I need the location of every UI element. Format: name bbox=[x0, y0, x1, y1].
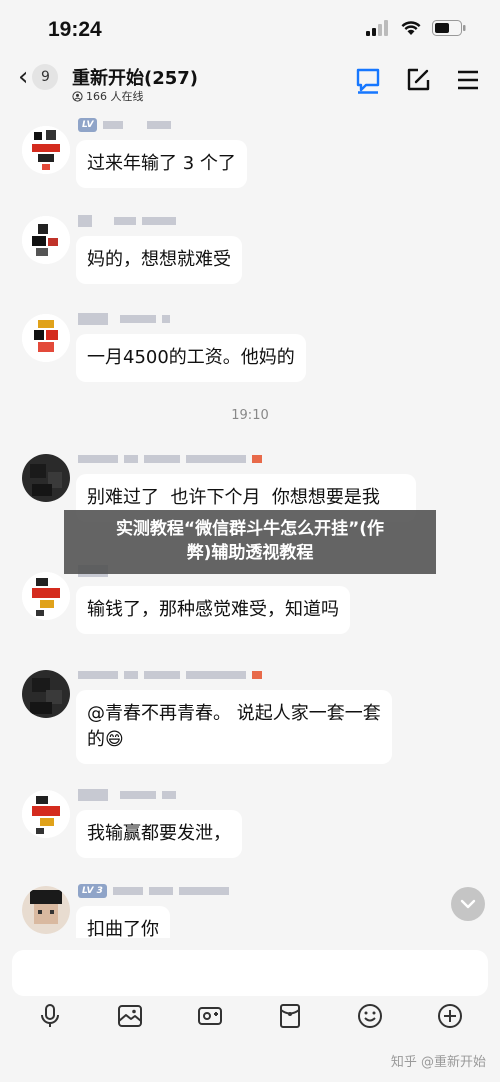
timestamp: 19:10 bbox=[231, 408, 269, 423]
chat-bubble-icon[interactable] bbox=[354, 66, 382, 94]
avatar[interactable] bbox=[22, 790, 70, 838]
camera-icon[interactable] bbox=[196, 1002, 224, 1030]
message-bubble[interactable]: 过来年输了 3 个了 bbox=[76, 140, 247, 188]
avatar[interactable] bbox=[22, 126, 70, 174]
emoji-icon[interactable] bbox=[356, 1002, 384, 1030]
online-count: 166 人在线 bbox=[72, 88, 144, 104]
sender-name: LV 3 bbox=[78, 884, 229, 898]
message-bubble[interactable]: 妈的，想想就难受 bbox=[76, 236, 242, 284]
message-bubble[interactable]: 我输赢都要发泄， bbox=[76, 810, 242, 858]
microphone-icon[interactable] bbox=[36, 1002, 64, 1030]
message-bubble[interactable]: 一月4500的工资。他妈的 bbox=[76, 334, 306, 382]
wifi-icon bbox=[401, 21, 421, 35]
chevron-left-icon: ‹ bbox=[18, 62, 29, 92]
status-bar: 19:24 bbox=[0, 0, 500, 58]
sender-name bbox=[78, 312, 170, 326]
avatar[interactable] bbox=[22, 572, 70, 620]
unread-count-badge: 9 bbox=[32, 64, 59, 90]
avatar[interactable] bbox=[22, 314, 70, 362]
red-packet-icon[interactable] bbox=[276, 1002, 304, 1030]
online-count-label: 166 人在线 bbox=[86, 90, 144, 103]
avatar[interactable] bbox=[22, 216, 70, 264]
back-button[interactable]: ‹ 9 bbox=[18, 62, 59, 92]
online-user-icon bbox=[72, 90, 83, 102]
level-badge: LV bbox=[78, 118, 98, 132]
message-input[interactable] bbox=[12, 950, 488, 996]
message-bubble[interactable]: 输钱了，那种感觉难受，知道吗 bbox=[76, 586, 350, 634]
edit-icon[interactable] bbox=[404, 66, 432, 94]
cellular-signal-icon bbox=[366, 20, 388, 36]
message-bubble[interactable]: 扣曲了你 bbox=[76, 906, 170, 940]
plus-icon[interactable] bbox=[436, 1002, 464, 1030]
watermark-text: 实测教程“微信群斗牛怎么开挂”(作 弊)辅助透视教程 bbox=[115, 519, 385, 563]
watermark-caption: 实测教程“微信群斗牛怎么开挂”(作 弊)辅助透视教程 bbox=[64, 510, 436, 574]
input-area: 知乎 @重新开始 bbox=[0, 938, 500, 1082]
status-time: 19:24 bbox=[48, 18, 102, 41]
header-actions bbox=[354, 66, 482, 94]
sender-name bbox=[78, 788, 176, 802]
level-badge: LV 3 bbox=[78, 884, 107, 898]
battery-icon bbox=[432, 20, 466, 36]
status-icons bbox=[366, 20, 466, 36]
sender-name bbox=[78, 452, 262, 466]
image-icon[interactable] bbox=[116, 1002, 144, 1030]
group-title[interactable]: 重新开始(257) bbox=[72, 64, 198, 90]
avatar[interactable] bbox=[22, 670, 70, 718]
avatar[interactable] bbox=[22, 454, 70, 502]
input-toolbar bbox=[0, 1002, 500, 1030]
menu-icon[interactable] bbox=[454, 66, 482, 94]
chat-header: ‹ 9 重新开始(257) 166 人在线 bbox=[0, 58, 500, 108]
sender-name: LV bbox=[78, 118, 172, 132]
message-bubble[interactable]: @青春不再青春。 说起人家一套一套 的😄 bbox=[76, 690, 392, 764]
sender-name bbox=[78, 668, 262, 682]
zhihu-credit: 知乎 @重新开始 bbox=[390, 1055, 486, 1070]
chevron-down-icon bbox=[460, 899, 476, 909]
avatar[interactable] bbox=[22, 886, 70, 934]
sender-name bbox=[78, 214, 176, 228]
scroll-to-bottom-button[interactable] bbox=[451, 887, 485, 921]
